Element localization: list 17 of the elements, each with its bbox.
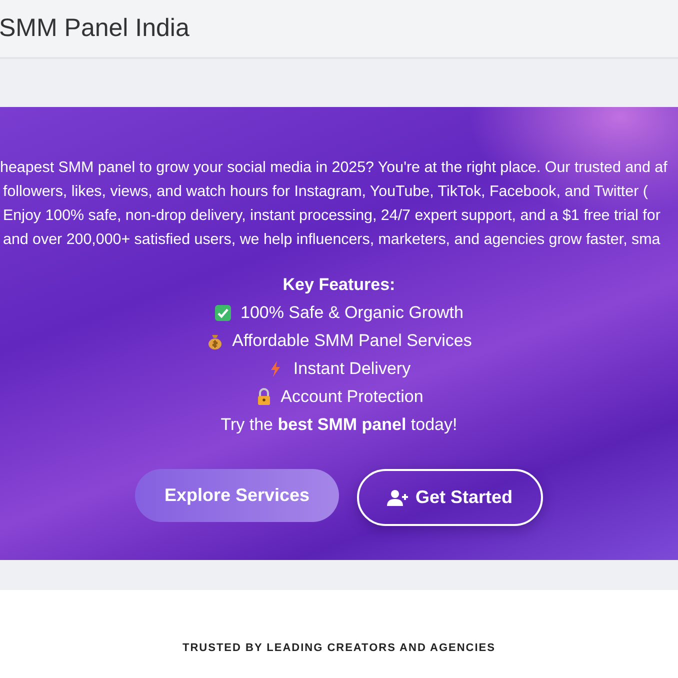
features-heading: Key Features: [282,274,396,296]
user-plus-icon [387,488,410,506]
check-box-icon [214,304,232,322]
money-bag-icon [206,332,224,350]
feature-text: Affordable SMM Panel Services [232,330,472,352]
section-heading: TRUSTED BY LEADING CREATORS AND AGENCIES [182,642,496,654]
feature-text: 100% Safe & Organic Growth [240,302,464,324]
explore-services-button[interactable]: Explore Services [135,469,339,522]
intro-text-line: Enjoy 100% safe, non-drop delivery, instant processing, 24/7 expert support, and a $1 free trial for [2,206,660,226]
intro-text-line: and over 200,000+ satisfied users, we help influencers, marketers, and agencies grow faster, sma [2,230,660,250]
intro-text-line: followers, likes, views, and watch hours for Instagram, YouTube, TikTok, Facebook, and Twitter ( [2,182,648,202]
get-started-button[interactable]: Get Started [357,469,543,526]
page-title: SMM Panel India [0,14,190,43]
feature-text: Instant Delivery [293,358,411,380]
intro-text-line: heapest SMM panel to grow your social media in 2025? You're at the right place. Our trusted and af [0,158,668,178]
tagline-text: Try the best SMM panel today! [220,414,458,436]
feature-text: Account Protection [280,386,424,408]
